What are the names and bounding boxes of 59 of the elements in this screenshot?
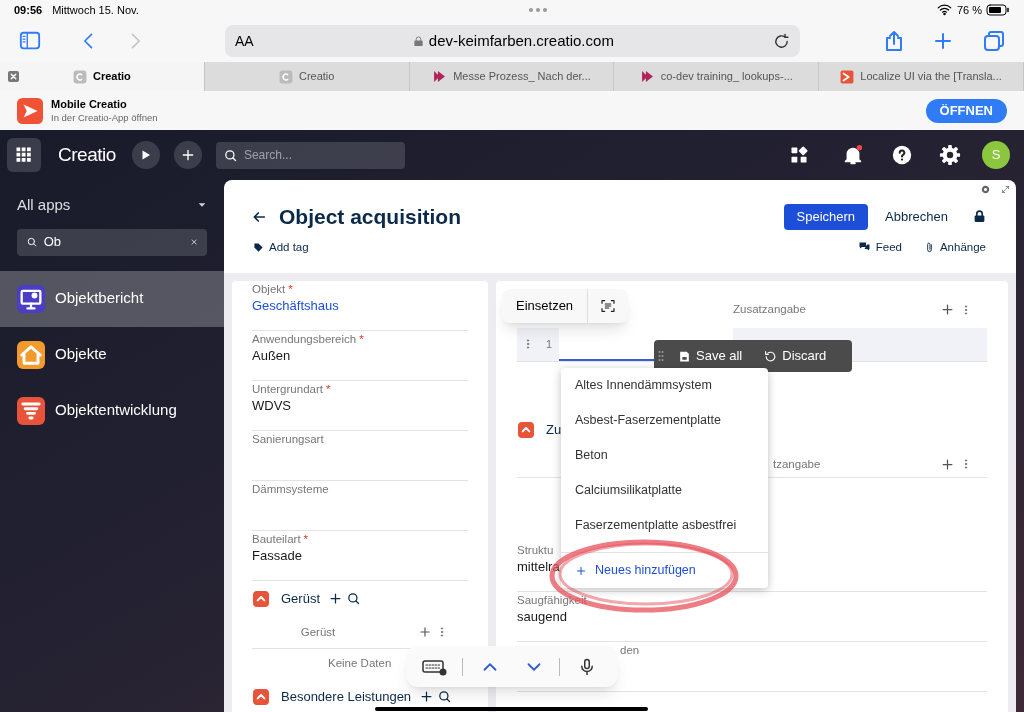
dropdown-option[interactable]: Altes Innendämmsystem [561, 368, 768, 403]
empty-message: Keine Daten [328, 656, 392, 672]
column-header: Gerüst [299, 624, 337, 640]
global-search-field[interactable]: Search... [215, 141, 405, 169]
field-label: Bauteilart [252, 531, 301, 547]
app-menu-item[interactable]: Objektbericht [0, 270, 224, 327]
field-label: Sanierungsart [252, 431, 324, 447]
banner-subtitle: In der Creatio-App öffnen [51, 110, 158, 124]
status-time: 09:56 [14, 2, 43, 18]
column-header: tzangabe [773, 456, 821, 472]
url-text: dev-keimfarben.creatio.com [428, 30, 614, 51]
field-label: Anwendungsbereich [252, 331, 357, 347]
app-menu-item[interactable]: Objektentwicklung [0, 382, 224, 439]
add-new-option[interactable]: Neues hinzufügen [561, 552, 768, 588]
attachments-link[interactable]: Anhänge [923, 238, 986, 256]
field-link[interactable]: Geschäftshaus [252, 296, 339, 314]
required-mark: * [303, 531, 309, 547]
paste-button[interactable]: Einsetzen [502, 289, 589, 323]
section-title: Gerüst [281, 590, 320, 608]
dropdown-option[interactable]: Asbest-Faserzementplatte [561, 403, 768, 438]
dropdown-option[interactable]: Calciumsilikatplatte [561, 473, 768, 508]
discard-button[interactable]: Discard [764, 346, 827, 366]
field-value: Fassade [252, 546, 302, 564]
text-size-button[interactable]: AA [235, 30, 254, 52]
app-menu-item[interactable]: Objekte [0, 326, 224, 383]
column-header: Zusatzangabe [733, 302, 806, 318]
field-value: WDVS [252, 396, 291, 414]
add-tag-link[interactable]: Add tag [253, 238, 309, 256]
open-button[interactable]: ÖFFNEN [925, 98, 1007, 123]
browser-tab[interactable]: Creatio [0, 62, 205, 91]
app-search-input[interactable]: Ob [43, 232, 184, 252]
page-title: Object acquisition [279, 204, 462, 230]
search-input[interactable]: Search... [243, 146, 394, 164]
row-number: 1 [544, 337, 554, 352]
required-mark: * [288, 281, 293, 297]
field-label: Dämmsysteme [252, 481, 329, 497]
section-title: Besondere Leistungen [281, 688, 412, 706]
required-mark: * [359, 331, 364, 347]
app-search-field[interactable]: Ob [17, 228, 207, 256]
feed-link[interactable]: Feed [857, 238, 902, 256]
section-title: Zu [546, 421, 562, 439]
required-mark: * [325, 381, 331, 397]
field-label: Untergrundart [252, 381, 323, 397]
apps-title: All apps [17, 195, 71, 215]
field-label: den [620, 642, 640, 658]
status-date: Mittwoch 15. Nov. [52, 2, 139, 18]
field-value: Außen [252, 346, 291, 364]
logo: Creatio [58, 142, 116, 167]
save-button[interactable]: Speichern [783, 203, 869, 230]
field-value: saugend [517, 607, 567, 625]
dropdown-option[interactable]: Beton [561, 438, 768, 473]
save-all-button[interactable]: Save all [678, 346, 743, 366]
banner-title: Mobile Creatio [51, 97, 128, 111]
dropdown-option[interactable]: Faserzementplatte asbestfrei [561, 508, 768, 543]
battery-percent: 76 % [956, 2, 982, 18]
address-bar[interactable]: AA dev-keimfarben.creatio.com [225, 25, 800, 57]
field-label: Struktu [517, 542, 554, 558]
cancel-button[interactable]: Abbrechen [872, 203, 961, 230]
field-label: Objekt [252, 281, 286, 297]
